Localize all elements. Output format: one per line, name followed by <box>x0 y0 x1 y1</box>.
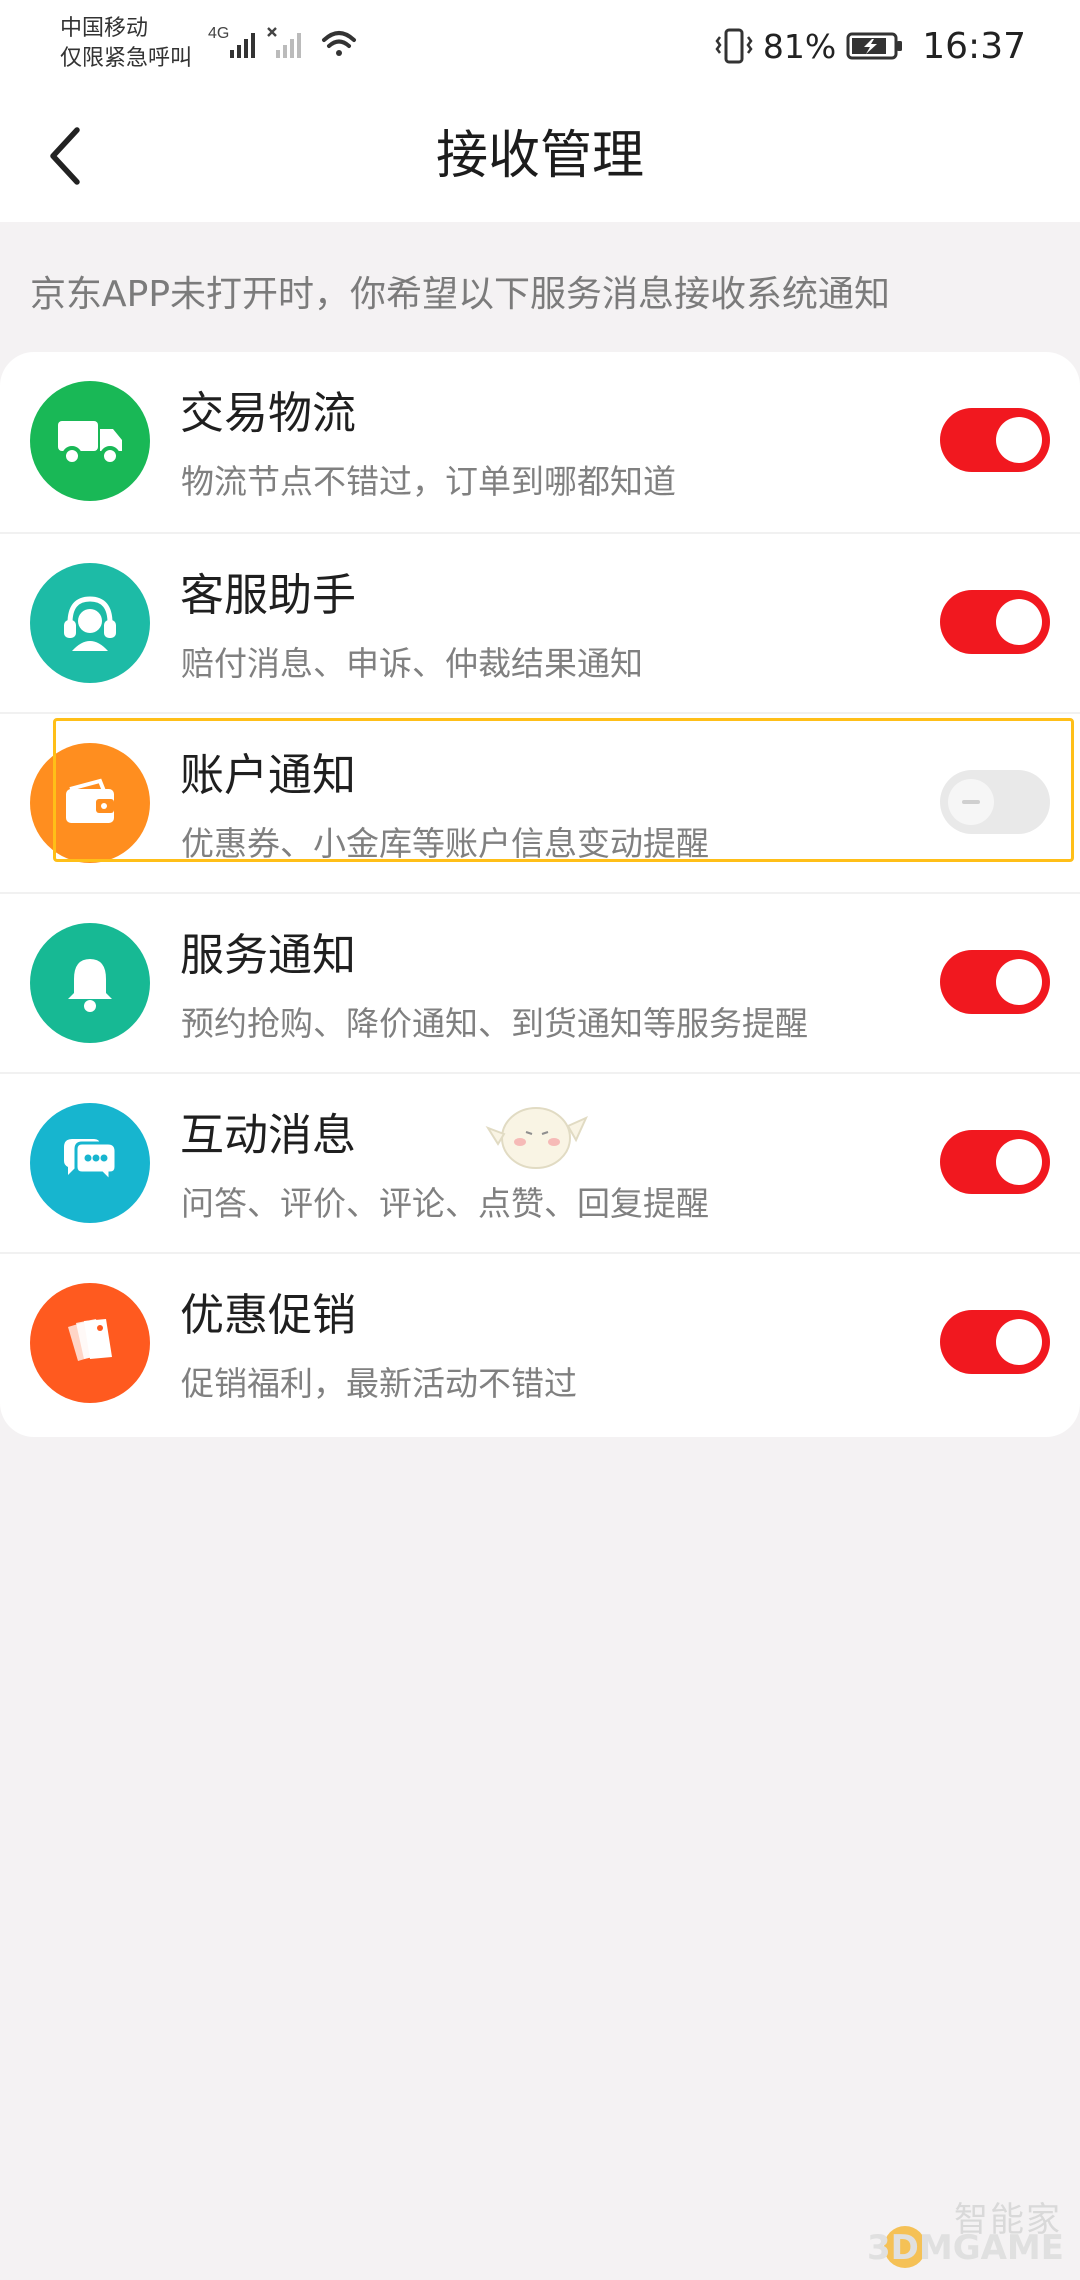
row-subtitle: 物流节点不错过，订单到哪都知道 <box>181 462 676 501</box>
chat-icon <box>30 1103 150 1223</box>
network-type-label: 4G <box>208 25 229 42</box>
row-title: 互动消息 <box>180 1110 356 1161</box>
tags-icon <box>30 1283 150 1403</box>
watermark-brand: 3DMGAME <box>867 2228 1064 2268</box>
section-description: 京东APP未打开时，你希望以下服务消息接收系统通知 <box>30 274 891 315</box>
service-notice-toggle[interactable] <box>940 950 1050 1014</box>
setting-row-service-notice: 服务通知 预约抢购、降价通知、到货通知等服务提醒 <box>0 892 1080 1074</box>
toggle-knob <box>996 1319 1042 1365</box>
page-title: 接收管理 <box>435 126 644 186</box>
carrier-status: 仅限紧急呼叫 <box>60 46 193 71</box>
signal-group: 4G <box>206 20 366 64</box>
carrier-info: 中国移动 仅限紧急呼叫 <box>60 14 192 74</box>
bell-icon <box>30 923 150 1043</box>
row-title: 优惠促销 <box>180 1290 356 1341</box>
watermark: 智能家 3DMGAME <box>867 2192 1072 2272</box>
row-subtitle: 问答、评价、评论、点赞、回复提醒 <box>181 1184 709 1223</box>
row-title: 服务通知 <box>180 930 356 981</box>
setting-row-trade-logistics: 交易物流 物流节点不错过，订单到哪都知道 <box>0 352 1080 532</box>
toggle-knob <box>996 959 1042 1005</box>
headset-icon <box>30 563 150 683</box>
row-title: 客服助手 <box>180 570 356 621</box>
carrier-name: 中国移动 <box>60 16 149 41</box>
trade-logistics-toggle[interactable] <box>940 408 1050 472</box>
clock: 16:37 <box>922 25 1026 67</box>
status-bar: 中国移动 仅限紧急呼叫 4G 81% 16:37 <box>0 0 1080 90</box>
row-title: 交易物流 <box>180 388 356 439</box>
signal-icons: 4G <box>208 25 356 58</box>
customer-service-toggle[interactable] <box>940 590 1050 654</box>
battery-charging-icon <box>846 32 903 60</box>
wifi-icon <box>322 31 356 56</box>
battery-percent: 81% <box>762 26 837 66</box>
vibrate-icon <box>715 28 753 64</box>
promotion-toggle[interactable] <box>940 1310 1050 1374</box>
row-subtitle: 赔付消息、申诉、仲裁结果通知 <box>181 644 643 683</box>
no-signal-icon <box>267 27 301 58</box>
toggle-knob <box>996 1139 1042 1185</box>
navigation-bar: 接收管理 <box>0 90 1080 222</box>
setting-row-customer-service: 客服助手 赔付消息、申诉、仲裁结果通知 <box>0 532 1080 714</box>
toggle-knob <box>996 599 1042 645</box>
notification-settings-list: 交易物流 物流节点不错过，订单到哪都知道 客服助手 赔付消息、申诉、仲裁结果通知 <box>0 352 1080 1437</box>
setting-row-promotion: 优惠促销 促销福利，最新活动不错过 <box>0 1252 1080 1434</box>
row-subtitle: 预约抢购、降价通知、到货通知等服务提醒 <box>181 1004 808 1043</box>
mascot-icon <box>485 1107 588 1169</box>
toggle-knob <box>996 417 1042 463</box>
row-subtitle: 促销福利，最新活动不错过 <box>181 1364 577 1403</box>
highlight-frame <box>53 718 1074 862</box>
status-right: 81% 16:37 <box>715 22 1026 70</box>
truck-icon <box>30 381 150 501</box>
interaction-message-toggle[interactable] <box>940 1130 1050 1194</box>
cellular-signal-icon <box>230 33 255 58</box>
